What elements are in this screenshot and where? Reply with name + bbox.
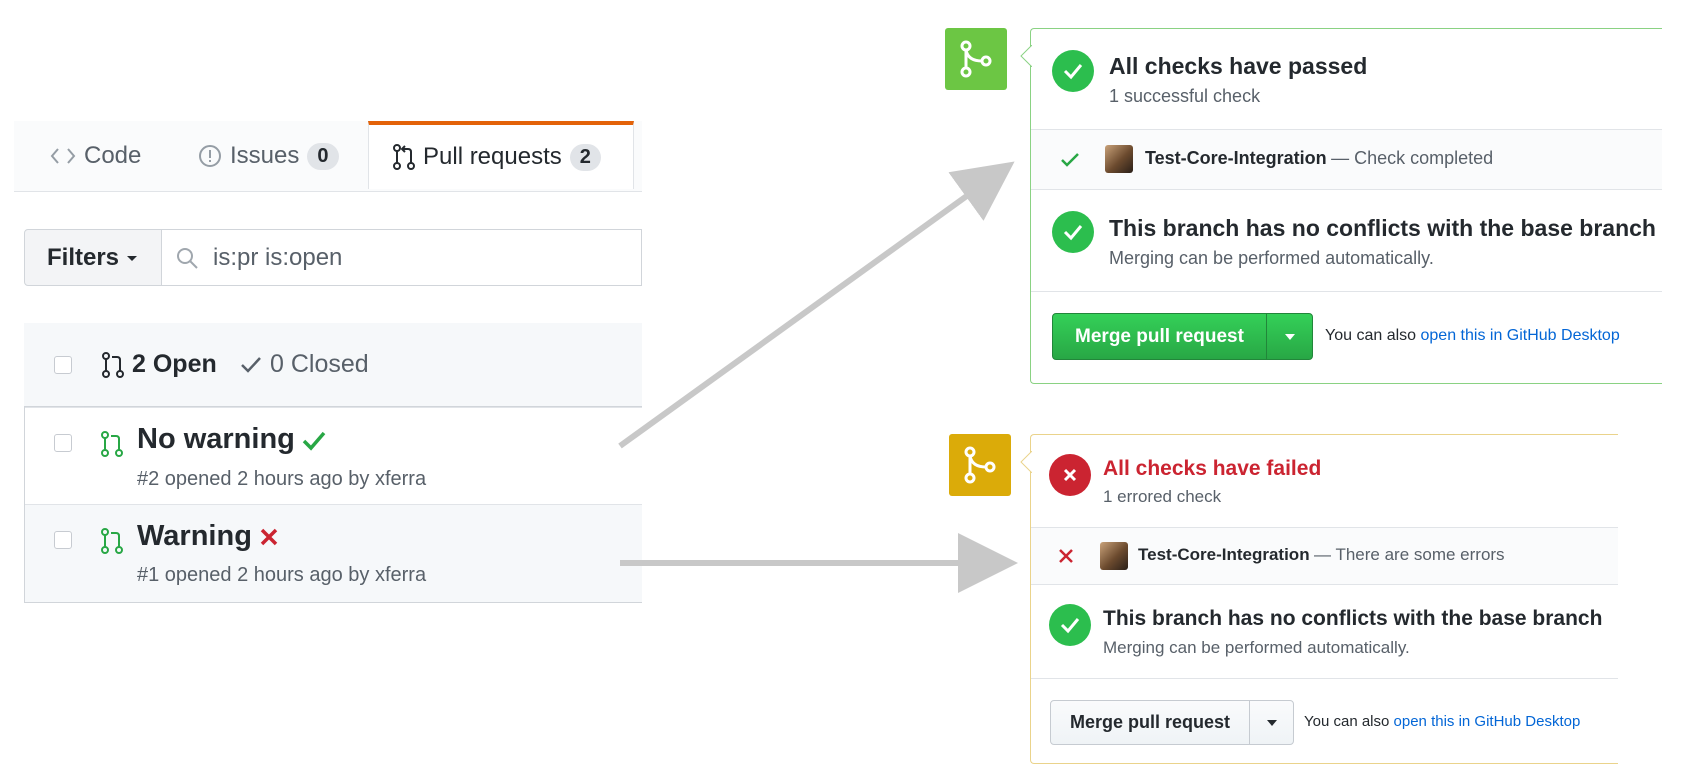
- desktop-hint-text: You can also: [1304, 713, 1390, 730]
- success-circle-icon: [1052, 211, 1094, 253]
- status-check-context: Test-Core-Integration — There are some e…: [1138, 545, 1505, 565]
- check-context-name: Test-Core-Integration: [1145, 148, 1327, 168]
- checks-status-title: All checks have passed: [1109, 53, 1368, 79]
- panel-caret: [1020, 45, 1032, 67]
- divider: [1031, 291, 1662, 292]
- check-context-description: — Check completed: [1331, 148, 1494, 168]
- divider: [1031, 189, 1662, 190]
- open-in-desktop-link[interactable]: open this in GitHub Desktop: [1421, 327, 1620, 344]
- merge-pull-request-button[interactable]: Merge pull request: [1052, 313, 1267, 360]
- caret-down-icon: [1284, 333, 1295, 340]
- conflict-status-title: This branch has no conflicts with the ba…: [1109, 215, 1656, 241]
- merge-button-label: Merge pull request: [1075, 325, 1244, 347]
- conflict-status-subtitle: Merging can be performed automatically.: [1103, 638, 1410, 657]
- checks-status-title: All checks have failed: [1103, 457, 1322, 480]
- success-circle-icon: [1049, 604, 1091, 646]
- check-context-description: — There are some errors: [1314, 545, 1505, 564]
- checks-status-subtitle: 1 successful check: [1109, 86, 1261, 106]
- git-merge-icon: [964, 446, 996, 484]
- checks-status-subtitle: 1 errored check: [1103, 487, 1222, 506]
- desktop-hint: You can also open this in GitHub Desktop: [1325, 327, 1620, 345]
- x-failure-icon: [1059, 549, 1073, 563]
- merge-pull-request-button[interactable]: Merge pull request: [1050, 700, 1250, 745]
- divider: [1031, 678, 1618, 679]
- git-merge-icon: [960, 40, 992, 78]
- panel-caret: [1020, 451, 1032, 473]
- merge-method-dropdown[interactable]: [1249, 700, 1294, 745]
- open-in-desktop-link[interactable]: open this in GitHub Desktop: [1394, 713, 1581, 730]
- success-circle-icon: [1052, 50, 1094, 92]
- caret-down-icon: [1266, 719, 1277, 726]
- divider: [1031, 584, 1618, 585]
- status-check-context: Test-Core-Integration — Check completed: [1145, 148, 1493, 169]
- conflict-status-subtitle: Merging can be performed automatically.: [1109, 248, 1434, 268]
- desktop-hint-text: You can also: [1325, 327, 1417, 344]
- check-success-icon: [1061, 153, 1079, 167]
- arrow-to-success-panel: [618, 161, 1015, 449]
- merge-button-label: Merge pull request: [1069, 712, 1231, 732]
- check-context-name: Test-Core-Integration: [1138, 545, 1310, 564]
- desktop-hint: You can also open this in GitHub Desktop: [1304, 713, 1580, 730]
- failure-circle-icon: [1049, 454, 1091, 496]
- merge-status-badge: [949, 434, 1011, 496]
- merge-method-dropdown[interactable]: [1266, 313, 1313, 360]
- avatar: [1100, 542, 1128, 570]
- merge-status-badge: [945, 28, 1007, 90]
- avatar: [1105, 145, 1133, 173]
- conflict-status-title: This branch has no conflicts with the ba…: [1103, 607, 1603, 630]
